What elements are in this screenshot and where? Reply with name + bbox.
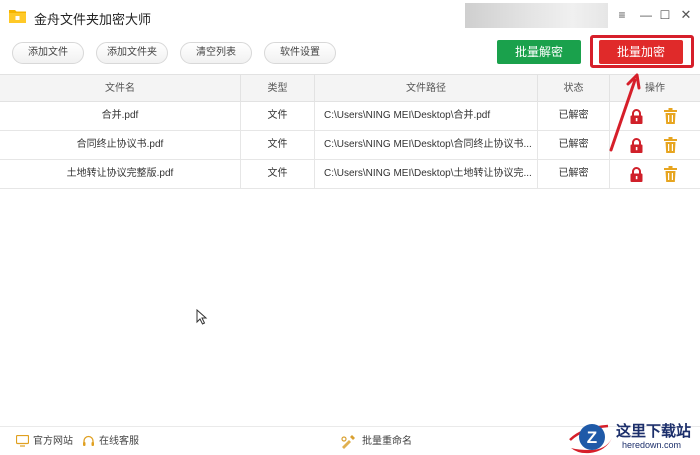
file-type-cell: 文件 — [241, 160, 315, 188]
file-status-cell: 已解密 — [538, 160, 610, 188]
svg-text:Z: Z — [587, 428, 597, 447]
actions-cell — [610, 160, 700, 188]
trash-icon[interactable] — [664, 108, 677, 124]
file-path-cell: C:\Users\NING MEI\Desktop\合同终止协议书... — [315, 131, 538, 159]
table-header: 文件名 类型 文件路径 状态 操作 — [0, 74, 700, 102]
watermark: Z 这里下载站 heredown.com — [566, 418, 700, 455]
official-website-link[interactable]: 官方网站 — [16, 435, 86, 449]
headset-icon — [83, 435, 94, 446]
batch-decrypt-button[interactable]: 批量解密 — [497, 40, 581, 64]
monitor-icon — [16, 435, 29, 447]
file-status-cell: 已解密 — [538, 131, 610, 159]
watermark-text-cn: 这里下载站 — [616, 422, 692, 440]
file-path-cell: C:\Users\NING MEI\Desktop\合并.pdf — [315, 102, 538, 130]
table-row[interactable]: 合并.pdf 文件 C:\Users\NING MEI\Desktop\合并.p… — [0, 102, 700, 131]
menu-icon[interactable]: ≡ — [613, 6, 631, 24]
column-header-type[interactable]: 类型 — [241, 75, 315, 102]
file-name-cell: 合并.pdf — [0, 102, 241, 130]
clear-list-button[interactable]: 清空列表 — [180, 42, 252, 64]
watermark-logo-icon: Z — [569, 424, 612, 454]
watermark-text-en: heredown.com — [622, 440, 682, 450]
add-file-button[interactable]: 添加文件 — [12, 42, 84, 64]
table-row[interactable]: 合同终止协议书.pdf 文件 C:\Users\NING MEI\Desktop… — [0, 131, 700, 160]
title-bar: 金舟文件夹加密大师 ≡ — ☐ ✕ — [0, 0, 700, 32]
add-folder-button[interactable]: 添加文件夹 — [96, 42, 168, 64]
annotation-arrow-icon — [609, 73, 641, 152]
close-icon[interactable]: ✕ — [677, 6, 695, 24]
app-title: 金舟文件夹加密大师 — [34, 12, 152, 27]
online-support-label: 在线客服 — [99, 436, 139, 447]
file-type-cell: 文件 — [241, 131, 315, 159]
column-header-name[interactable]: 文件名 — [0, 75, 241, 102]
file-type-cell: 文件 — [241, 102, 315, 130]
online-support-link[interactable]: 在线客服 — [82, 435, 152, 449]
file-path-cell: C:\Users\NING MEI\Desktop\土地转让协议完... — [315, 160, 538, 188]
settings-button[interactable]: 软件设置 — [264, 42, 336, 64]
mouse-cursor-icon — [196, 309, 208, 325]
table-row[interactable]: 土地转让协议完整版.pdf 文件 C:\Users\NING MEI\Deskt… — [0, 160, 700, 189]
file-status-cell: 已解密 — [538, 102, 610, 130]
file-name-cell: 合同终止协议书.pdf — [0, 131, 241, 159]
highlight-box — [590, 35, 694, 68]
minimize-icon[interactable]: — — [637, 6, 655, 24]
official-website-label: 官方网站 — [33, 436, 73, 447]
lock-icon[interactable] — [630, 167, 643, 182]
batch-rename-label: 批量重命名 — [362, 436, 412, 447]
column-header-path[interactable]: 文件路径 — [315, 75, 538, 102]
batch-rename-link[interactable]: 批量重命名 — [340, 435, 420, 449]
maximize-icon[interactable]: ☐ — [656, 6, 674, 24]
trash-icon[interactable] — [664, 137, 677, 153]
rename-tool-icon — [341, 435, 355, 449]
file-name-cell: 土地转让协议完整版.pdf — [0, 160, 241, 188]
trash-icon[interactable] — [664, 166, 677, 182]
blurred-account-area — [465, 3, 608, 28]
folder-lock-icon — [9, 10, 26, 23]
column-header-status[interactable]: 状态 — [538, 75, 610, 102]
